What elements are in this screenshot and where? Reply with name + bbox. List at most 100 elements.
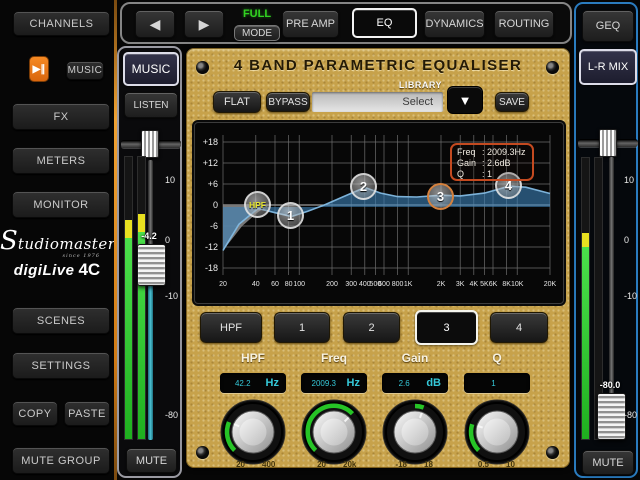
- settings-button[interactable]: SETTINGS: [12, 352, 110, 379]
- knob-gain[interactable]: [377, 394, 453, 470]
- knob-min-label: 20: [209, 460, 245, 469]
- knob-freq[interactable]: [296, 394, 372, 470]
- scale-label: -80: [624, 410, 640, 420]
- svg-text:-18: -18: [205, 263, 218, 273]
- knob-q[interactable]: [459, 394, 535, 470]
- scale-label: 0: [624, 235, 640, 245]
- tab-routing[interactable]: ROUTING: [494, 10, 554, 38]
- fx-button[interactable]: FX: [12, 103, 110, 130]
- band-button-hpf[interactable]: HPF: [200, 312, 262, 343]
- knob-label-gain: Gain: [375, 351, 455, 365]
- fader-value: -80.0: [590, 380, 630, 390]
- info-row: Freq: 2009.3Hz: [457, 147, 527, 158]
- svg-text:100: 100: [293, 281, 305, 288]
- next-channel-button[interactable]: ▶: [184, 10, 224, 38]
- mode-button[interactable]: MODE: [234, 25, 280, 41]
- band-info-box: Freq: 2009.3HzGain: 2.6dBQ: 1: [450, 143, 534, 181]
- mode-status: FULL: [234, 8, 280, 20]
- channels-button[interactable]: CHANNELS: [13, 11, 110, 36]
- band-button-1[interactable]: 1: [274, 312, 330, 343]
- eq-node-1[interactable]: 1: [277, 202, 304, 229]
- svg-text:8K: 8K: [502, 281, 511, 288]
- music-source-button[interactable]: MUSIC: [66, 61, 104, 80]
- info-row: Gain: 2.6dB: [457, 158, 527, 169]
- svg-text:200: 200: [326, 281, 338, 288]
- svg-text:40: 40: [252, 281, 260, 288]
- bypass-button[interactable]: BYPASS: [266, 92, 310, 112]
- meter-right-yellow: [138, 214, 145, 232]
- eq-node-2[interactable]: 2: [350, 173, 377, 200]
- svg-text:300: 300: [345, 281, 357, 288]
- svg-text:5K: 5K: [480, 281, 489, 288]
- eq-graph[interactable]: +18+12+60-6-12-1820406080100200300400500…: [194, 122, 564, 304]
- digilive-logo: digiLive4C: [0, 260, 114, 280]
- fader-handle[interactable]: [137, 244, 166, 286]
- left-channel-strip: MUSIC LISTEN -4.2 100-10-80 MUTE: [117, 46, 182, 478]
- digilive-text: digiLive: [14, 262, 75, 279]
- lr-mix-button[interactable]: L-R MIX: [579, 49, 637, 85]
- display-unit: Hz: [347, 377, 367, 389]
- scale-label: 10: [165, 175, 183, 185]
- eq-node-hpf[interactable]: HPF: [244, 191, 271, 218]
- mute-button[interactable]: MUTE: [582, 450, 634, 475]
- svg-text:+18: +18: [203, 137, 218, 147]
- arrow-right-icon: ▶: [199, 16, 210, 33]
- meter-left-yellow: [582, 233, 589, 247]
- svg-text:3K: 3K: [456, 281, 465, 288]
- mute-group-button[interactable]: MUTE GROUP: [12, 447, 110, 474]
- pan-slider-handle[interactable]: [599, 129, 617, 157]
- knob-display-hpf: 42.2Hz: [220, 373, 286, 393]
- listen-button[interactable]: LISTEN: [124, 92, 178, 118]
- svg-text:80: 80: [285, 281, 293, 288]
- tab-dynamics[interactable]: DYNAMICS: [424, 10, 485, 38]
- logo-rest: tudiomaster: [18, 235, 116, 253]
- svg-text:60: 60: [271, 281, 279, 288]
- scale-label: -80: [165, 410, 183, 420]
- eq-node-3[interactable]: 3: [427, 183, 454, 210]
- meter-left-green: [125, 238, 132, 439]
- library-dropdown-button[interactable]: ▼: [447, 86, 483, 114]
- play-pause-icon: ▶∥: [33, 64, 46, 75]
- band-button-2[interactable]: 2: [343, 312, 400, 343]
- display-value: 42.2: [220, 379, 266, 388]
- save-button[interactable]: SAVE: [495, 92, 529, 112]
- scenes-button[interactable]: SCENES: [12, 307, 110, 334]
- display-value: 2009.3: [301, 379, 347, 388]
- band-button-3[interactable]: 3: [415, 310, 478, 345]
- monitor-button[interactable]: MONITOR: [12, 191, 110, 218]
- flat-button[interactable]: FLAT: [213, 91, 261, 113]
- pan-slider-handle[interactable]: [141, 130, 159, 158]
- svg-text:20K: 20K: [544, 281, 557, 288]
- svg-text:6K: 6K: [489, 281, 498, 288]
- channel-name-button[interactable]: MUSIC: [123, 52, 179, 86]
- scale-label: -10: [624, 291, 640, 301]
- right-channel-strip: GEQ L-R MIX -80.0 10 0 -10 -80 MUTE: [574, 2, 638, 478]
- svg-text:+12: +12: [203, 158, 218, 168]
- display-unit: dB: [426, 377, 448, 389]
- panel-title: 4 BAND PARAMETRIC EQUALISER: [186, 57, 570, 74]
- svg-text:600: 600: [378, 281, 390, 288]
- topbar: ◀ ▶ FULL MODE PRE AMP EQDYNAMICS ROUTING: [120, 2, 572, 44]
- fader-handle[interactable]: [597, 393, 626, 440]
- knob-min-label: 0.5: [453, 460, 489, 469]
- scale-label: 10: [624, 175, 640, 185]
- mute-button[interactable]: MUTE: [126, 448, 177, 473]
- meters-button[interactable]: METERS: [12, 147, 110, 174]
- play-pause-button[interactable]: ▶∥: [29, 56, 49, 82]
- tab-pre-amp[interactable]: PRE AMP: [282, 10, 339, 38]
- paste-button[interactable]: PASTE: [64, 401, 110, 426]
- band-select-row: HPF 1234: [186, 310, 570, 348]
- knob-hpf[interactable]: [215, 394, 291, 470]
- band-button-4[interactable]: 4: [490, 312, 548, 343]
- copy-button[interactable]: COPY: [12, 401, 58, 426]
- svg-text:+6: +6: [208, 179, 218, 189]
- fader-value: -4.2: [129, 231, 169, 241]
- display-unit: Hz: [266, 377, 286, 389]
- tab-eq[interactable]: EQ: [352, 8, 417, 38]
- knob-display-q: 1: [464, 373, 530, 393]
- library-select-field[interactable]: Select: [312, 92, 443, 112]
- library-label: LIBRARY: [366, 80, 442, 90]
- knob-label-freq: Freq: [294, 351, 374, 365]
- prev-channel-button[interactable]: ◀: [135, 10, 175, 38]
- geq-button[interactable]: GEQ: [582, 10, 634, 42]
